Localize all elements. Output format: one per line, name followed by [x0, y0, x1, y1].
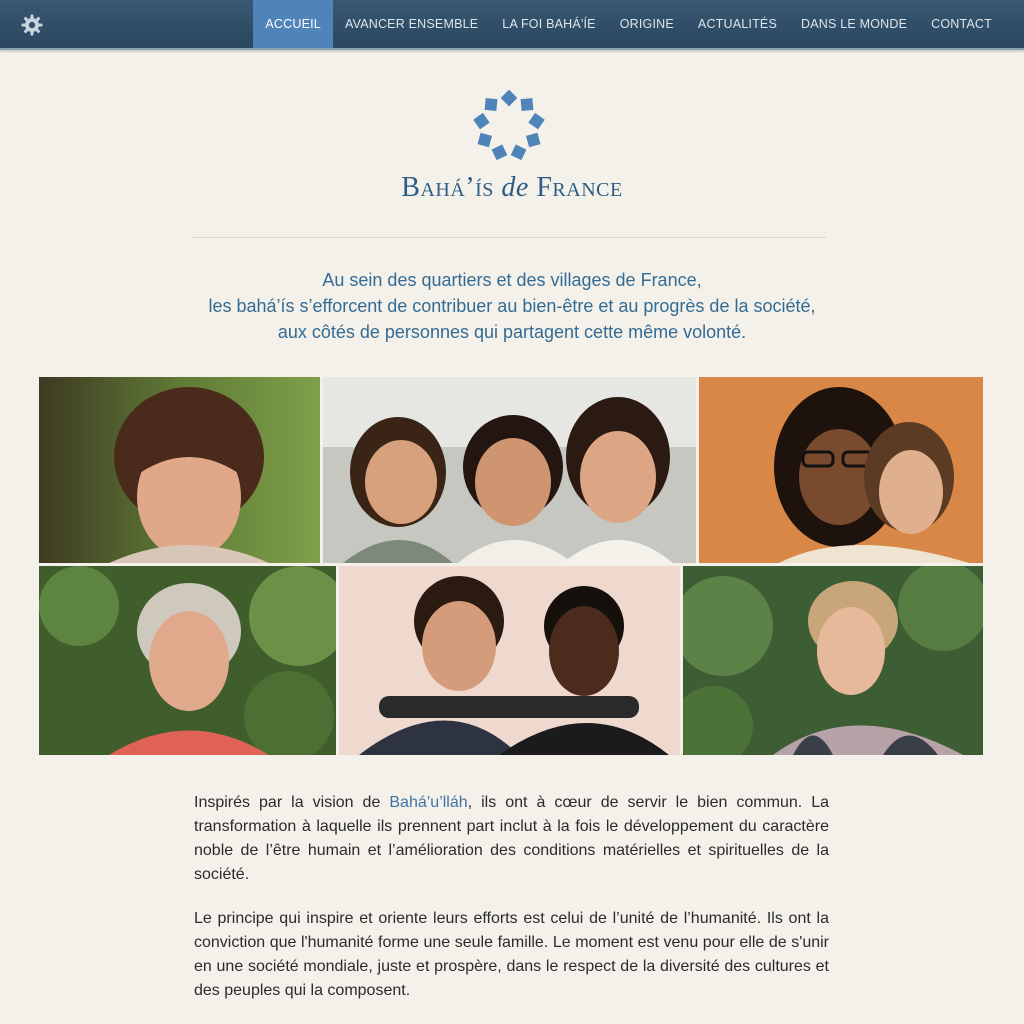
gear-icon[interactable]: [20, 13, 44, 37]
nav-item-origine[interactable]: ORIGINE: [608, 0, 686, 48]
photo-older-woman: [39, 566, 336, 755]
logo-text-part2: de: [501, 172, 529, 203]
nav-item-contact[interactable]: CONTACT: [919, 0, 1004, 48]
emblem-petal: [524, 131, 542, 149]
bahaullah-link[interactable]: Bahá’u’lláh: [389, 794, 467, 811]
nav-item-la-foi-bahaie[interactable]: LA FOI BAHÁ'ÍE: [490, 0, 607, 48]
intro-paragraph: Inspirés par la vision de Bahá’u’lláh, i…: [194, 791, 829, 887]
emblem-petal: [489, 142, 509, 162]
nav-item-avancer-ensemble[interactable]: AVANCER ENSEMBLE: [333, 0, 490, 48]
emblem-petal: [471, 111, 492, 132]
emblem-petal: [526, 111, 547, 132]
nav-item-accueil[interactable]: ACCUEIL: [253, 0, 333, 48]
nav-item-actualites[interactable]: ACTUALITÉS: [686, 0, 789, 48]
top-navigation-bar: ACCUEIL AVANCER ENSEMBLE LA FOI BAHÁ'ÍE …: [0, 0, 1024, 50]
photo-three-girls: [323, 377, 696, 563]
photo-two-young-women: [699, 377, 983, 563]
tagline-line-1: Au sein des quartiers et des villages de…: [322, 270, 702, 290]
emblem-petal: [483, 96, 499, 113]
nav-item-dans-le-monde[interactable]: DANS LE MONDE: [789, 0, 919, 48]
logo-text-part1: Bahá’ís: [401, 172, 502, 203]
emblem-petal: [476, 131, 494, 149]
photo-woman-smiling: [39, 377, 320, 563]
site-logo-text[interactable]: Bahá’ís de France: [0, 172, 1024, 204]
tagline-line-2: les bahá’ís s’efforcent de contribuer au…: [208, 296, 816, 316]
unity-text: Le principe qui inspire et oriente leurs…: [194, 910, 829, 999]
intro-text-start: Inspirés par la vision de: [194, 794, 390, 811]
header-divider: [192, 237, 826, 238]
tagline-line-3: aux côtés de personnes qui partagent cet…: [277, 322, 747, 342]
unity-paragraph: Le principe qui inspire et oriente leurs…: [194, 907, 829, 1003]
emblem-icon[interactable]: [469, 86, 549, 166]
photo-young-man-curly-hair: [683, 566, 983, 755]
emblem-petal: [509, 142, 529, 162]
main-menu: ACCUEIL AVANCER ENSEMBLE LA FOI BAHÁ'ÍE …: [253, 0, 1004, 48]
tagline: Au sein des quartiers et des villages de…: [0, 267, 1024, 345]
emblem-petal: [498, 87, 520, 109]
photo-two-young-men: [339, 566, 680, 755]
logo-text-part3: France: [528, 172, 623, 203]
emblem-petal: [519, 96, 535, 113]
